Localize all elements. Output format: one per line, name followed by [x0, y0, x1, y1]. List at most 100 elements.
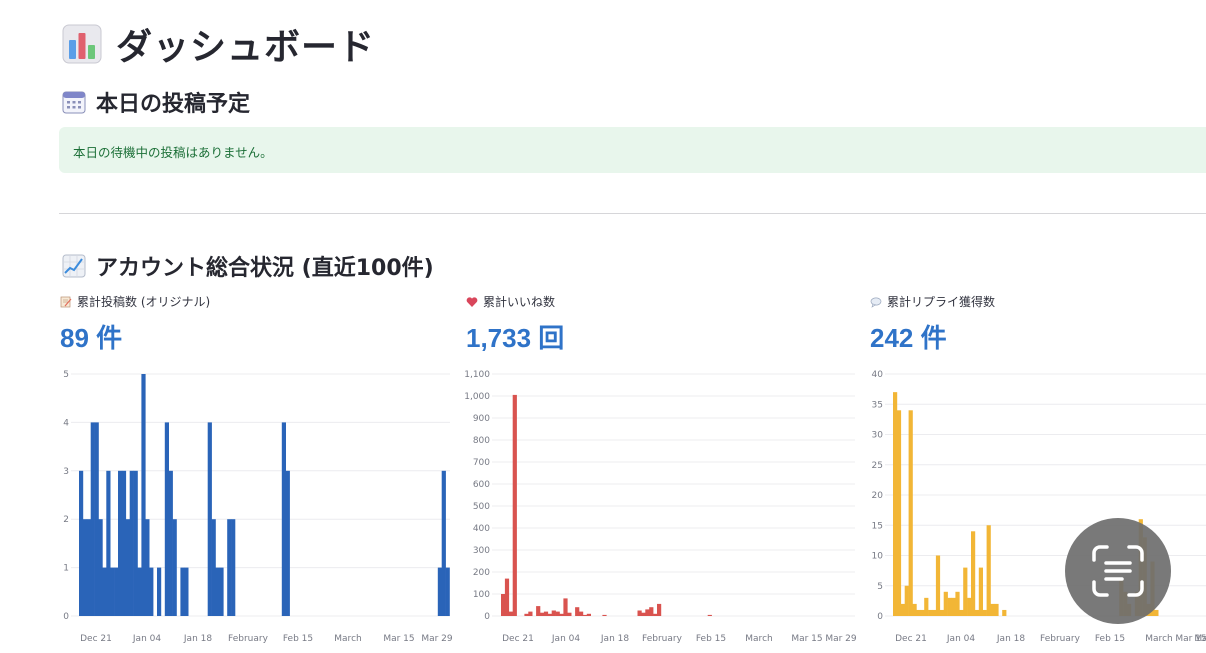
- likes-bar: [582, 614, 588, 616]
- replies-y-tick-label: 20: [872, 491, 884, 501]
- today-section-header: 本日の投稿予定: [62, 86, 250, 118]
- metric-replies: 累計リプライ獲得数 242 件: [870, 293, 1206, 355]
- chart-increasing-icon: [62, 254, 86, 278]
- likes-bar: [579, 611, 584, 616]
- likes-bar: [653, 613, 658, 616]
- likes-bar: [551, 610, 556, 616]
- posts-bar: [86, 519, 91, 616]
- likes-y-tick-label: 800: [473, 436, 490, 446]
- posts-x-tick-label: Mar 29: [421, 634, 453, 644]
- replies-bar: [935, 555, 941, 616]
- likes-bar: [575, 607, 580, 616]
- text-scan-button[interactable]: [1065, 518, 1171, 624]
- replies-bar: [893, 392, 898, 616]
- posts-bar: [445, 567, 450, 616]
- likes-x-tick-label: Feb 15: [696, 634, 726, 644]
- likes-bar: [555, 611, 560, 616]
- replies-bar: [951, 597, 956, 616]
- replies-bar: [974, 609, 980, 616]
- likes-x-tick-label: February: [642, 634, 683, 644]
- posts-bar: [90, 422, 95, 616]
- calendar-icon: [62, 91, 86, 114]
- likes-x-tick-label: Mar 29: [825, 634, 857, 644]
- posts-bar: [180, 567, 185, 616]
- replies-y-tick-label: 25: [872, 461, 883, 471]
- replies-bar: [908, 410, 913, 616]
- posts-bar: [149, 567, 154, 616]
- replies-bar: [986, 525, 991, 616]
- replies-y-tick-label: 0: [877, 612, 883, 622]
- posts-y-tick-label: 3: [63, 467, 69, 477]
- replies-bar: [959, 609, 964, 616]
- posts-bar: [145, 519, 150, 616]
- replies-x-tick-label: February: [1040, 634, 1081, 644]
- page-title: ダッシュボード: [62, 18, 375, 70]
- replies-bar: [912, 603, 917, 616]
- likes-y-tick-label: 100: [473, 590, 490, 600]
- posts-bar: [231, 519, 236, 616]
- replies-bar: [896, 410, 902, 616]
- replies-y-tick-label: 35: [872, 400, 883, 410]
- posts-bar: [114, 567, 119, 616]
- section-divider: [59, 213, 1206, 214]
- account-section-header: アカウント総合状況 (直近100件): [62, 250, 434, 282]
- likes-x-tick-label: Jan 18: [600, 634, 629, 644]
- posts-bar: [129, 470, 134, 616]
- likes-bar: [707, 614, 712, 616]
- replies-bar: [924, 597, 929, 616]
- posts-bar-chart: 0 1 2 3 4 5 Dec 21 Jan 04 Jan 18 February Feb 15 Ma…: [63, 370, 453, 644]
- likes-bar: [567, 612, 572, 616]
- posts-x-tick-label: March: [334, 634, 361, 644]
- likes-bar: [508, 611, 513, 616]
- replies-bar: [1002, 609, 1007, 616]
- posts-bar: [184, 567, 189, 616]
- likes-bar: [559, 613, 564, 616]
- posts-y-tick-label: 5: [63, 370, 69, 380]
- likes-y-tick-label: 700: [473, 458, 490, 468]
- posts-bar: [172, 519, 177, 616]
- likes-y-tick-label: 1,000: [464, 392, 490, 402]
- likes-y-tick-label: 500: [473, 502, 490, 512]
- likes-bar: [528, 611, 533, 616]
- replies-y-tick-label: 15: [872, 521, 883, 531]
- replies-bar: [955, 591, 960, 616]
- metric-likes: 累計いいね数 1,733 回: [466, 293, 856, 355]
- likes-y-tick-label: 900: [473, 414, 490, 424]
- replies-x-tick-label: Dec 21: [895, 634, 927, 644]
- replies-bar: [904, 585, 909, 616]
- replies-bar-chart: 0 5 10 15 20 25 30 35 40 Dec 21 Jan 04 Jan 18 Februa…: [872, 370, 1206, 644]
- replies-bar: [900, 603, 905, 616]
- memo-icon: [60, 296, 72, 307]
- info-message: 本日の待機中の投稿はありません。: [73, 145, 273, 160]
- likes-x-tick-label: March: [745, 634, 772, 644]
- likes-x-tick-label: Jan 04: [551, 634, 580, 644]
- posts-bar: [211, 519, 216, 616]
- today-section-title: 本日の投稿予定: [96, 92, 251, 117]
- likes-bar: [563, 598, 568, 616]
- posts-bar: [281, 422, 286, 616]
- posts-bar: [102, 567, 107, 616]
- replies-x-tick-label: March: [1145, 634, 1172, 644]
- posts-x-tick-label: Dec 21: [80, 634, 112, 644]
- replies-bar: [1154, 609, 1159, 616]
- posts-bar: [168, 470, 173, 616]
- replies-y-tick-label: 5: [877, 582, 883, 592]
- posts-bar: [121, 470, 127, 616]
- posts-x-tick-label: February: [228, 634, 269, 644]
- posts-bar: [207, 422, 212, 616]
- posts-x-tick-label: Mar 15: [383, 634, 414, 644]
- posts-bar: [219, 567, 224, 616]
- account-section-title: アカウント総合状況 (直近100件): [96, 256, 434, 281]
- posts-bar: [227, 519, 232, 616]
- likes-bar: [645, 609, 650, 616]
- posts-bar: [285, 470, 290, 616]
- likes-bar: [602, 614, 607, 616]
- posts-x-tick-label: Jan 18: [183, 634, 212, 644]
- replies-x-tick-label: Jan 04: [946, 634, 975, 644]
- likes-bar: [504, 578, 510, 616]
- likes-x-tick-label: Mar 15: [791, 634, 822, 644]
- likes-bar: [512, 394, 517, 616]
- replies-bar: [990, 603, 995, 616]
- metric-posts-value: 89 件: [60, 323, 123, 353]
- posts-bar: [79, 470, 84, 616]
